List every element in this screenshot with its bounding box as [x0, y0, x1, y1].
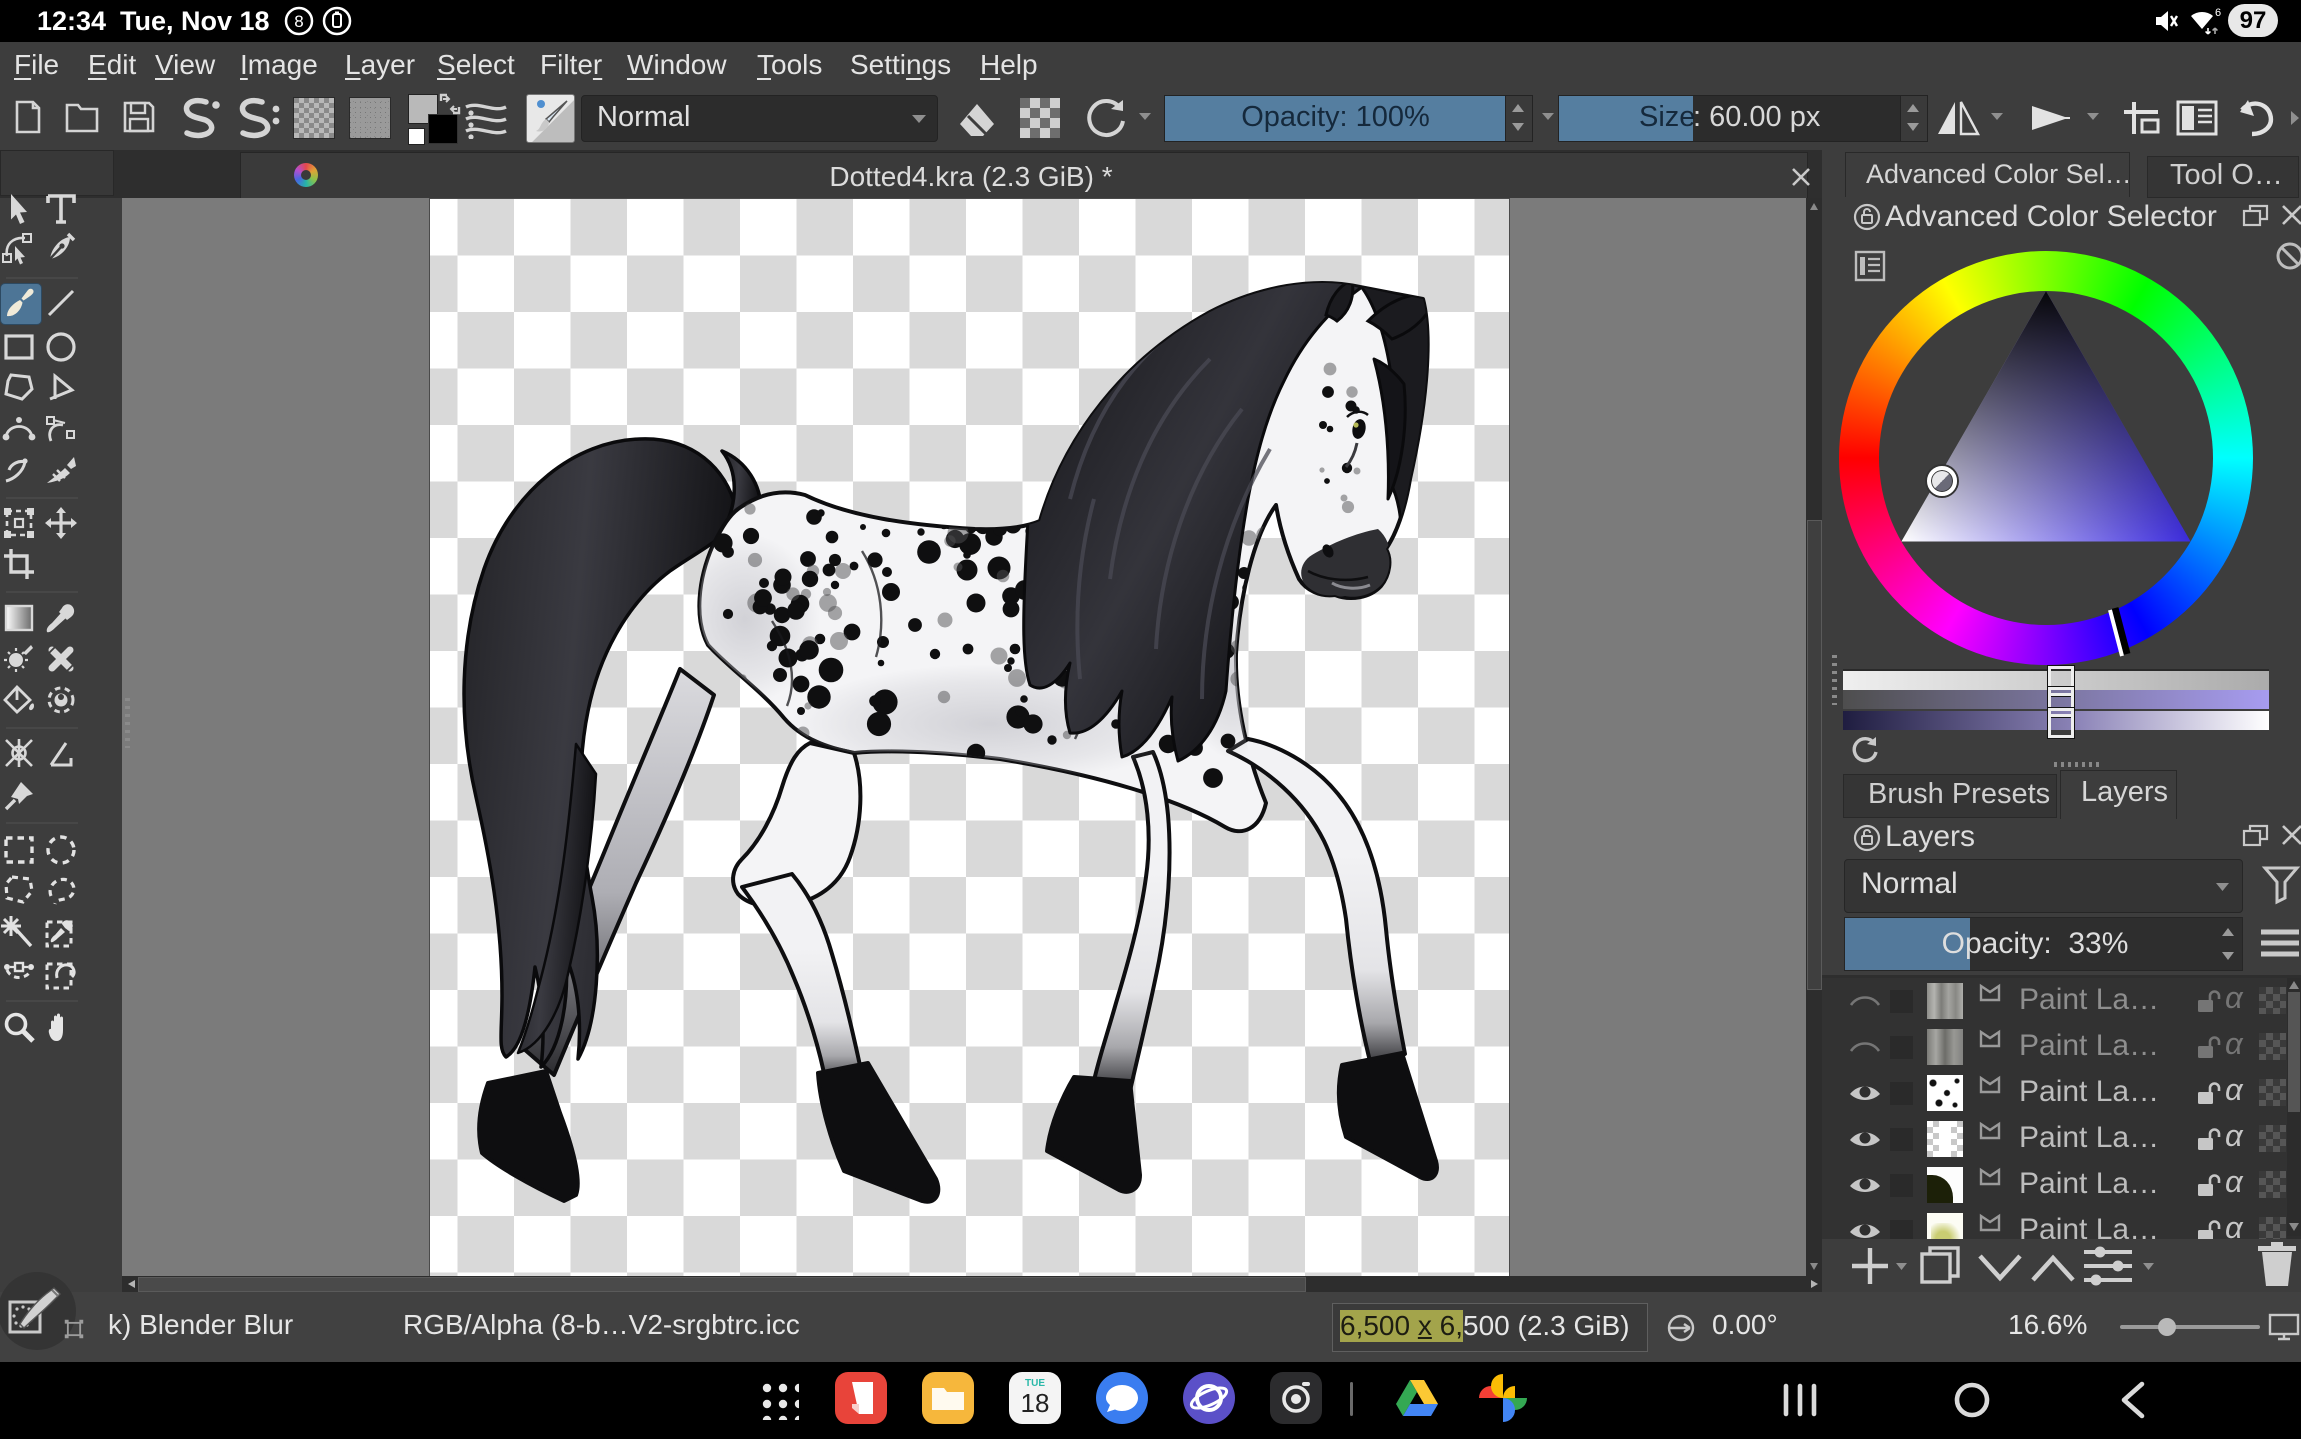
svg-text:6: 6: [2215, 7, 2221, 19]
svg-text:8: 8: [294, 12, 303, 31]
